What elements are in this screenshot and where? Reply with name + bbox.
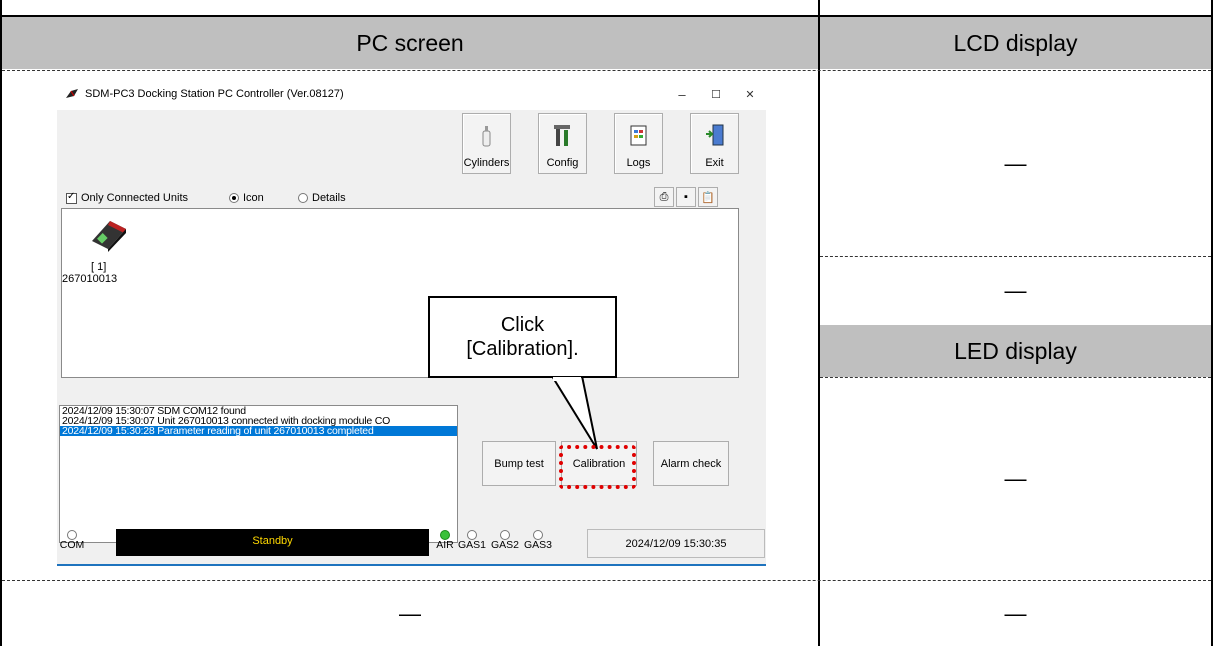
lcd-cell-1: — (1004, 150, 1027, 176)
header-lcd-display: LCD display (820, 17, 1211, 69)
config-button[interactable]: Config (538, 113, 587, 174)
unit-panel: [ 1] 267010013 (61, 208, 739, 378)
gas3-led-icon (533, 530, 543, 540)
radio-unselected-icon (298, 193, 308, 203)
view-details-radio[interactable]: Details (298, 192, 346, 204)
air-indicator: AIR (430, 530, 460, 551)
save-button[interactable]: ▪ (676, 187, 696, 207)
lcd-cell-2: — (1004, 277, 1027, 303)
table-border-right (1211, 0, 1213, 646)
calibration-highlight (559, 445, 636, 489)
only-connected-checkbox[interactable]: Only Connected Units (66, 191, 188, 204)
logs-button[interactable]: Logs (614, 113, 663, 174)
com-indicator: COM (57, 530, 87, 551)
checkbox-checked-icon (66, 191, 77, 204)
air-label: AIR (436, 539, 454, 551)
com-label: COM (59, 539, 85, 551)
title-bar[interactable]: SDM-PC3 Docking Station PC Controller (V… (57, 80, 766, 110)
com-led-icon (67, 530, 77, 540)
only-connected-label: Only Connected Units (81, 192, 188, 204)
led-cell: — (1004, 466, 1027, 491)
log-list[interactable]: 2024/12/09 15:30:07 SDM COM12 found 2024… (59, 405, 458, 543)
unit-item[interactable]: [ 1] 267010013 (62, 209, 132, 289)
instruction-callout: Click [Calibration]. (428, 296, 617, 378)
pc-controller-window: SDM-PC3 Docking Station PC Controller (V… (57, 80, 766, 566)
view-details-label: Details (312, 192, 346, 204)
gas-detector-icon (92, 221, 126, 252)
view-icon-label: Icon (243, 192, 264, 204)
exit-label: Exit (705, 157, 724, 169)
callout-joint (553, 377, 581, 381)
exit-button[interactable]: Exit (690, 113, 739, 174)
gas1-label: GAS1 (457, 539, 486, 551)
table-border-left (0, 0, 2, 646)
cylinders-label: Cylinders (463, 157, 510, 169)
config-label: Config (546, 157, 579, 169)
header-pc-screen: PC screen (2, 17, 818, 69)
logs-label: Logs (626, 157, 651, 169)
callout-line-2: [Calibration]. (466, 338, 579, 360)
maximize-button[interactable]: ☐ (705, 84, 727, 104)
app-icon (66, 89, 78, 98)
logs-icon (630, 125, 647, 146)
window-title: SDM-PC3 Docking Station PC Controller (V… (85, 88, 344, 100)
tools-icon (554, 125, 570, 146)
cylinders-button[interactable]: Cylinders (462, 113, 511, 174)
gas1-indicator: GAS1 (457, 530, 487, 551)
log-line-selected[interactable]: 2024/12/09 15:30:28 Parameter reading of… (60, 426, 457, 436)
minimize-button[interactable]: – (671, 84, 693, 104)
bottom-left-cell: — (399, 601, 421, 626)
floppy-icon: ▪ (684, 191, 688, 203)
window-bottom-accent (57, 564, 766, 566)
bump-test-button[interactable]: Bump test (482, 441, 556, 486)
unit-label: [ 1] 267010013 (62, 261, 126, 285)
gas2-indicator: GAS2 (490, 530, 520, 551)
gas3-indicator: GAS3 (523, 530, 553, 551)
header-led-display: LED display (820, 325, 1211, 377)
alarm-check-button[interactable]: Alarm check (653, 441, 729, 486)
gas1-led-icon (467, 530, 477, 540)
gas2-led-icon (500, 530, 510, 540)
cylinder-icon (482, 126, 491, 147)
datetime-display: 2024/12/09 15:30:35 (587, 529, 765, 558)
exit-door-icon (706, 124, 724, 146)
gas3-label: GAS3 (523, 539, 552, 551)
view-icon-radio[interactable]: Icon (229, 192, 264, 204)
callout-line-1: Click (500, 314, 545, 336)
unit-serial: 267010013 (62, 273, 118, 285)
clipboard-icon: 📋 (701, 191, 715, 204)
bottom-row-divider (2, 580, 1211, 581)
unit-slot: [ 1] (91, 261, 107, 273)
status-display: Standby (116, 529, 429, 556)
gas2-label: GAS2 (490, 539, 519, 551)
print-button[interactable]: ⎙ (654, 187, 674, 207)
clipboard-button[interactable]: 📋 (698, 187, 718, 207)
status-bar: COM Standby AIR GAS1 GAS2 GAS3 2024/12/0… (57, 529, 766, 559)
bottom-right-cell: — (1004, 601, 1027, 626)
printer-icon: ⎙ (659, 190, 669, 203)
radio-selected-icon (229, 193, 239, 203)
close-button[interactable]: ✕ (739, 84, 761, 104)
